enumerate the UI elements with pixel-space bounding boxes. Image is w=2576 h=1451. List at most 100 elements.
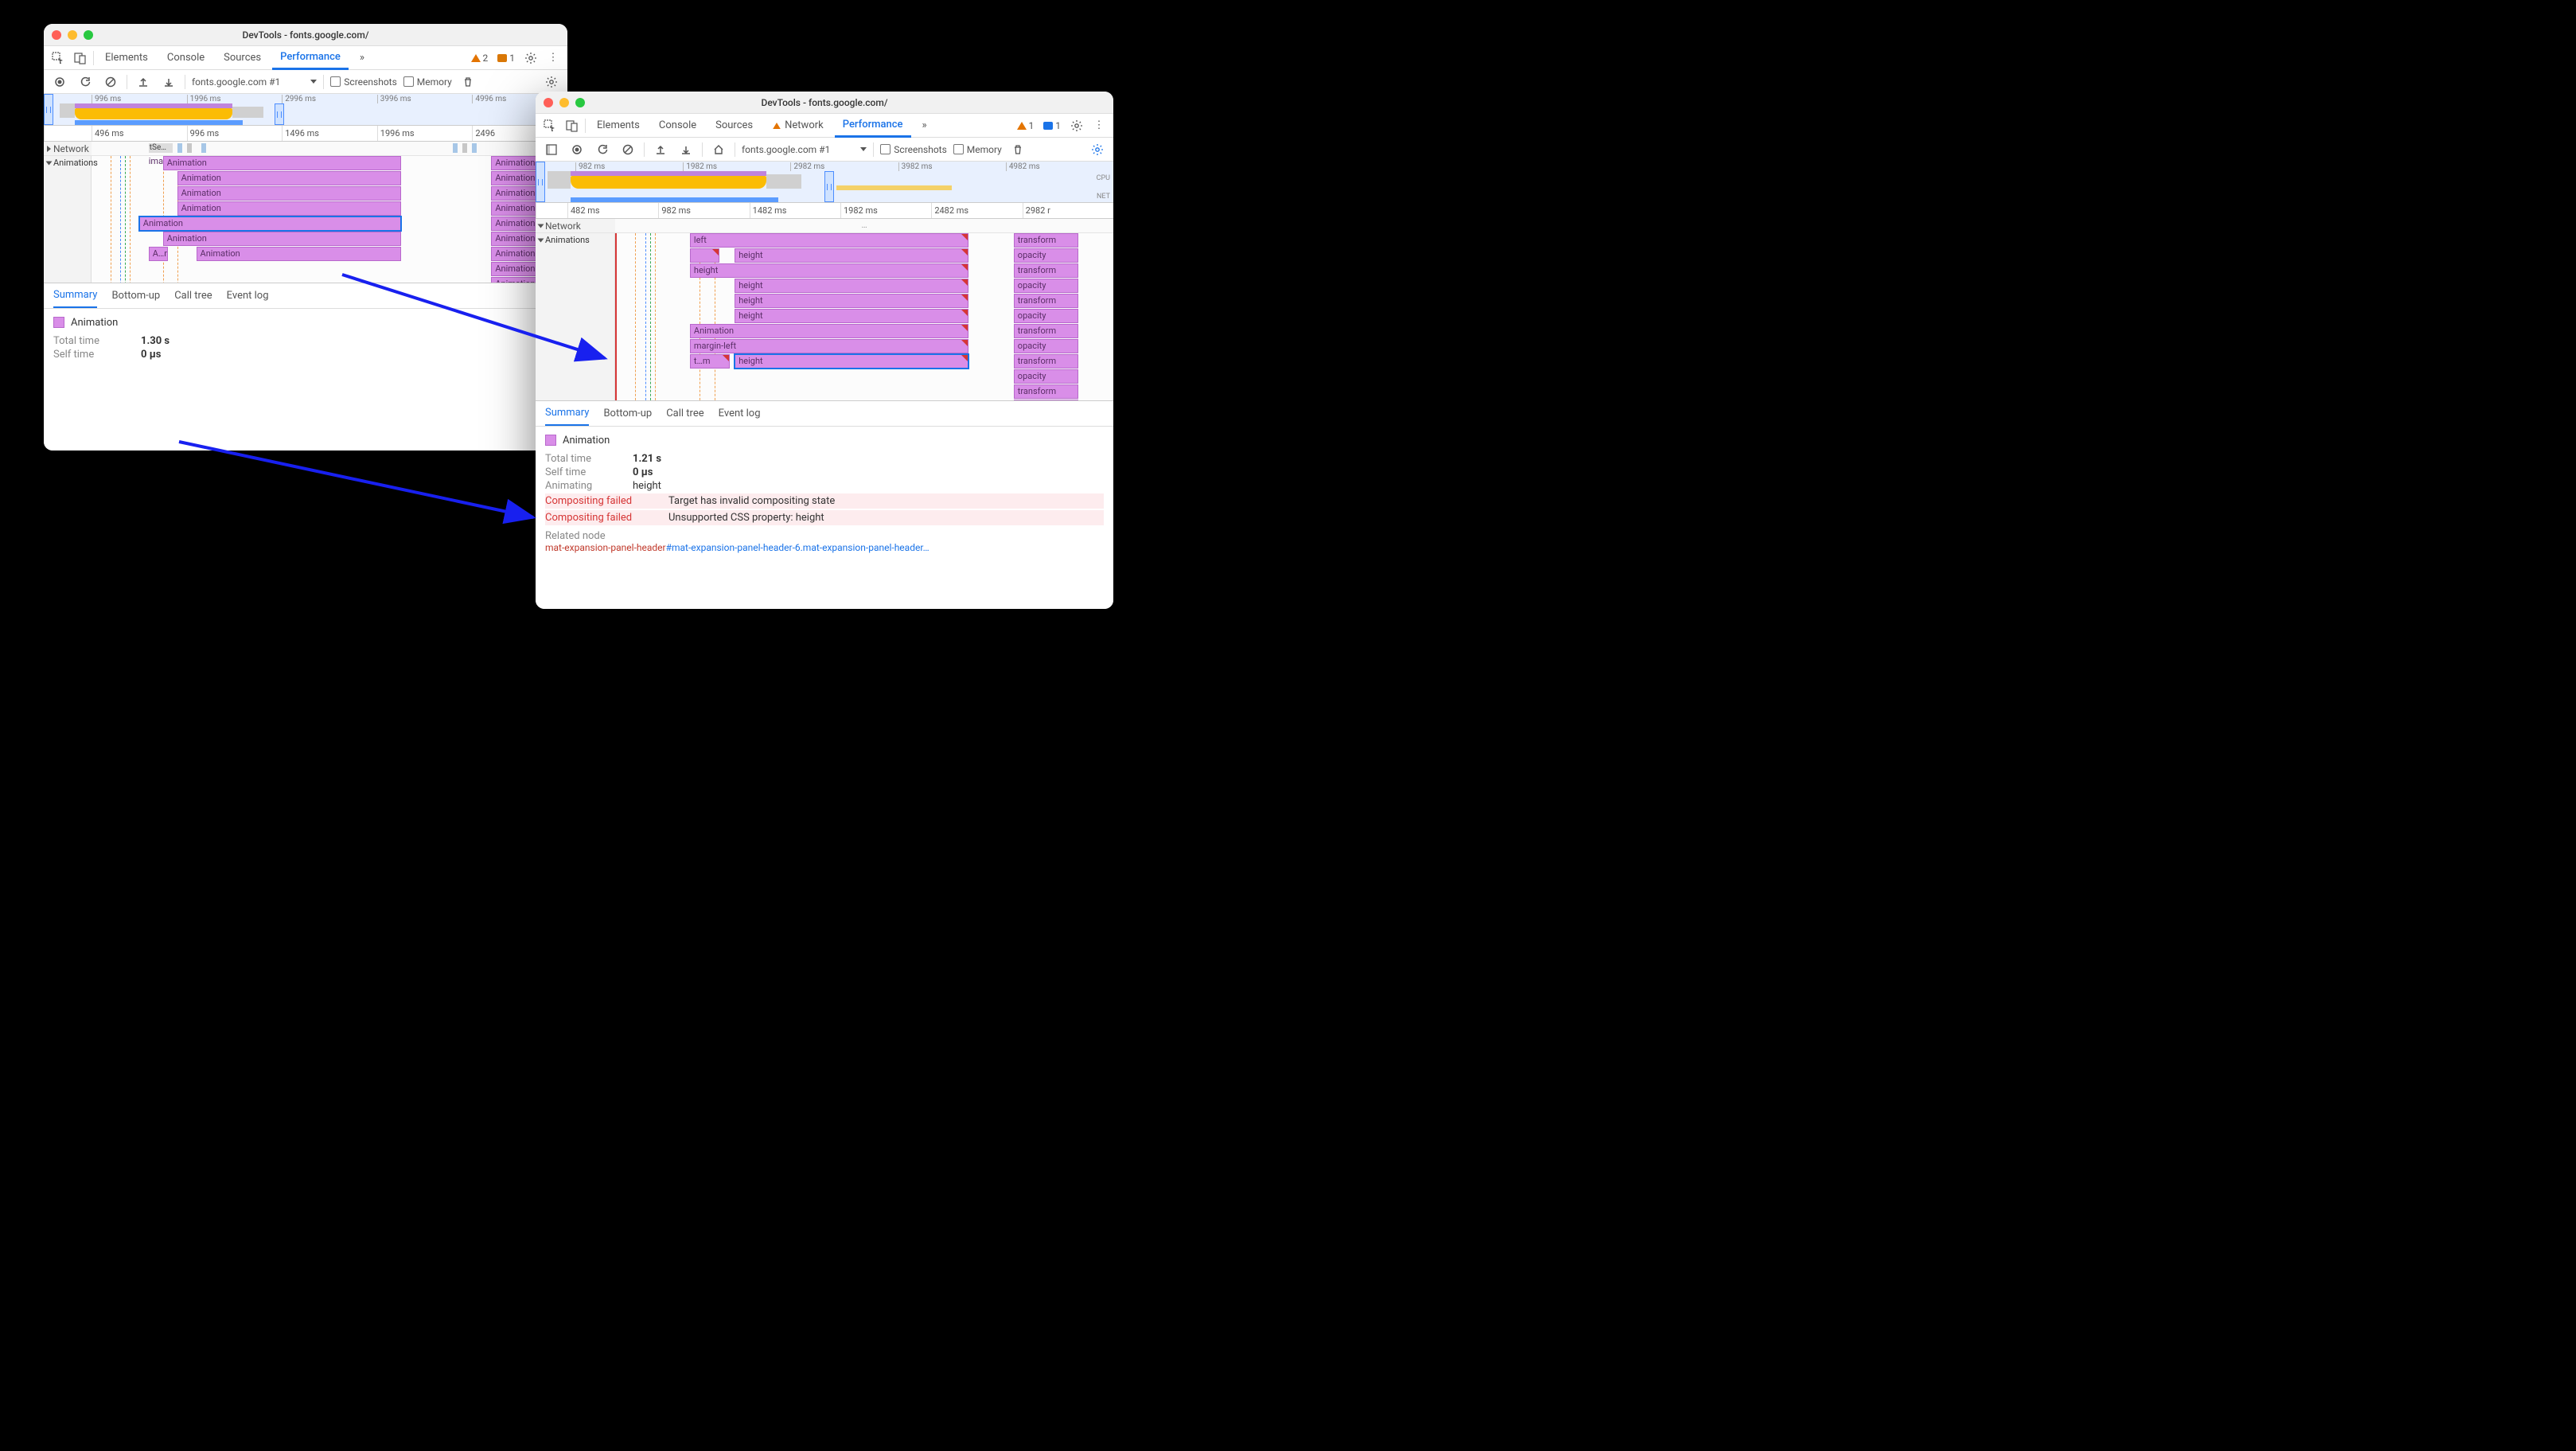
warnings-badge[interactable]: 1 [1014,120,1038,131]
flame-bar[interactable]: transform [1014,294,1078,308]
animations-track-toggle[interactable]: Animations [536,233,614,247]
minimize-icon[interactable] [559,98,569,107]
tab-call-tree[interactable]: Call tree [174,283,212,308]
device-toggle-icon[interactable] [563,116,582,135]
flame-bar[interactable]: Animation [163,156,401,170]
flame-bar[interactable]: transform [1014,263,1078,278]
flame-bar[interactable]: height [735,294,968,308]
time-ruler[interactable]: 496 ms 996 ms 1496 ms 1996 ms 2496 [44,126,567,142]
screenshots-checkbox[interactable]: Screenshots [330,76,396,88]
flame-bar[interactable]: transform [1014,384,1078,399]
tab-bottom-up[interactable]: Bottom-up [111,283,160,308]
flame-bar[interactable]: Animation [690,324,969,338]
flame-bar[interactable]: t…m [690,354,730,369]
network-track-toggle[interactable]: Network [44,142,92,155]
inspect-icon[interactable] [49,49,68,68]
tab-summary[interactable]: Summary [53,283,97,308]
flame-bar[interactable]: opacity [1014,339,1078,353]
tab-elements[interactable]: Elements [97,46,156,69]
tab-performance[interactable]: Performance [272,47,349,70]
gear-icon[interactable] [542,72,561,92]
tab-performance[interactable]: Performance [835,115,911,138]
session-select[interactable]: fonts.google.com #1 [192,76,317,88]
flame-bar[interactable]: Animation [163,232,401,246]
flame-bar[interactable]: opacity [1014,309,1078,323]
kebab-icon[interactable]: ⋮ [544,49,563,68]
session-select[interactable]: fonts.google.com #1 [742,144,867,155]
trash-icon[interactable] [458,72,477,92]
messages-badge[interactable]: 1 [494,53,518,64]
clear-button[interactable] [101,72,120,92]
flame-bar[interactable]: height [735,309,968,323]
timeline-overview[interactable]: 982 ms 1982 ms 2982 ms 3982 ms 4982 ms C… [536,162,1113,203]
flame-bar[interactable]: height [690,263,969,278]
device-toggle-icon[interactable] [71,49,90,68]
reload-button[interactable] [593,140,612,159]
download-icon[interactable] [159,72,178,92]
tab-network[interactable]: Network [764,114,832,137]
dock-icon[interactable] [542,140,561,159]
time-ruler[interactable]: 482 ms 982 ms 1482 ms 1982 ms 2482 ms 29… [536,203,1113,219]
minimize-icon[interactable] [68,30,77,40]
gear-icon[interactable] [1088,140,1107,159]
flame-bar[interactable]: height [735,248,968,263]
home-icon[interactable] [709,140,728,159]
flamechart[interactable]: Animations left transform height opacity hei… [536,233,1113,401]
related-node-link[interactable]: mat-expansion-panel-header#mat-expansion… [545,542,1104,553]
gear-icon[interactable] [521,49,540,68]
flame-bar[interactable]: Animation [139,216,401,231]
tab-bottom-up[interactable]: Bottom-up [603,401,652,426]
flame-bar[interactable]: opacity [1014,279,1078,293]
flame-bar[interactable]: transform [1014,233,1078,248]
timeline-overview[interactable]: 996 ms 1996 ms 2996 ms 3996 ms 4996 ms [44,94,567,126]
record-button[interactable] [50,72,69,92]
maximize-icon[interactable] [575,98,585,107]
tab-call-tree[interactable]: Call tree [666,401,703,426]
kebab-icon[interactable]: ⋮ [1089,116,1109,135]
messages-badge[interactable]: 1 [1040,120,1064,131]
flame-bar[interactable]: Animation [197,247,401,261]
download-icon[interactable] [676,140,696,159]
handle-right[interactable] [824,171,834,202]
handle-right[interactable] [275,103,284,125]
network-track-toggle[interactable]: Network [536,219,615,232]
warnings-badge[interactable]: 2 [468,53,492,64]
gear-icon[interactable] [1067,116,1086,135]
upload-icon[interactable] [651,140,670,159]
record-button[interactable] [567,140,587,159]
trash-icon[interactable] [1008,140,1027,159]
flame-bar[interactable]: margin-left [690,339,969,353]
close-icon[interactable] [52,30,61,40]
flame-bar[interactable]: height [735,354,968,369]
memory-checkbox[interactable]: Memory [403,76,452,88]
tab-console[interactable]: Console [651,114,704,137]
reload-button[interactable] [76,72,95,92]
tab-console[interactable]: Console [159,46,212,69]
flame-bar[interactable]: Animation [177,186,401,201]
maximize-icon[interactable] [84,30,93,40]
tab-sources[interactable]: Sources [707,114,761,137]
flame-bar[interactable]: transform [1014,354,1078,369]
tab-event-log[interactable]: Event log [227,283,269,308]
clear-button[interactable] [618,140,637,159]
tab-event-log[interactable]: Event log [719,401,761,426]
inspect-icon[interactable] [540,116,559,135]
more-tabs[interactable]: » [352,46,372,69]
flame-bar[interactable]: left [690,233,969,248]
tab-sources[interactable]: Sources [216,46,269,69]
close-icon[interactable] [544,98,553,107]
more-tabs[interactable]: » [914,114,935,137]
flame-bar[interactable]: Animation [177,201,401,216]
tab-summary[interactable]: Summary [545,401,589,426]
animations-track-toggle[interactable]: Animations [44,156,91,170]
flame-bar[interactable]: opacity [1014,248,1078,263]
tab-elements[interactable]: Elements [589,114,648,137]
flame-bar[interactable]: transform [1014,324,1078,338]
flame-bar[interactable]: A…n [149,247,168,261]
screenshots-checkbox[interactable]: Screenshots [880,144,946,155]
flame-bar[interactable]: Animation [177,171,401,185]
flame-bar[interactable]: height [735,279,968,293]
flamechart[interactable]: Animations imation AnimationAnimationAni… [44,156,567,283]
memory-checkbox[interactable]: Memory [953,144,1002,155]
flame-bar[interactable]: opacity [1014,369,1078,384]
